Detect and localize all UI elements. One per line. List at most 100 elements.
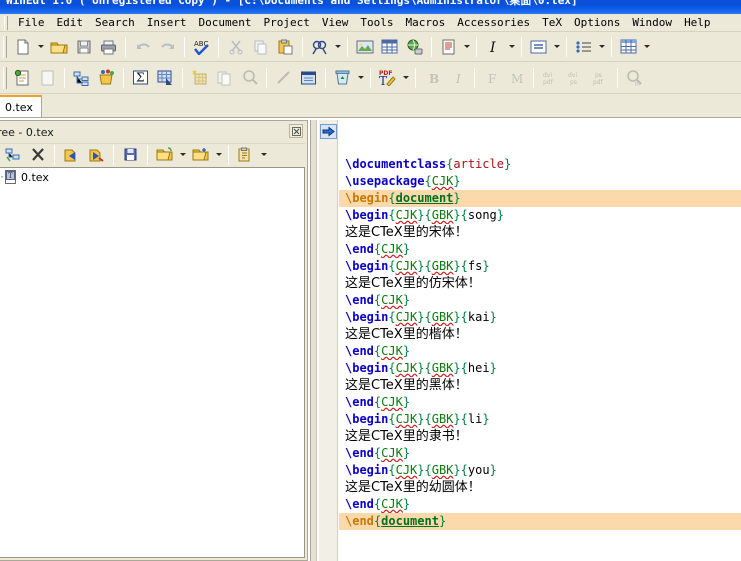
editor-line[interactable]: \begin{CJK}{GBK}{you}	[339, 462, 741, 479]
prev-doc-icon[interactable]	[60, 144, 83, 166]
insert-table-icon[interactable]	[378, 36, 401, 58]
table-grid-dropdown[interactable]	[641, 36, 652, 58]
clipboard-icon[interactable]	[234, 144, 257, 166]
insert-web-icon[interactable]	[403, 36, 426, 58]
dvi-pdf-icon: dvi pdf	[539, 67, 562, 89]
editor-token: {	[388, 412, 396, 426]
editor-line[interactable]: \begin{CJK}{GBK}{song}	[339, 207, 741, 224]
next-doc-icon[interactable]	[85, 144, 108, 166]
menu-item-accessories[interactable]: Accessories	[451, 15, 536, 30]
recycle-dropdown[interactable]	[355, 67, 366, 89]
package-icon[interactable]	[95, 67, 118, 89]
tree-view[interactable]: ···T0.tex	[0, 167, 305, 558]
save-all-icon[interactable]	[119, 144, 142, 166]
tree-structure-icon[interactable]	[70, 67, 93, 89]
open-folder-icon[interactable]	[153, 144, 176, 166]
editor-line[interactable]: \end{document}	[339, 513, 741, 530]
recycle-icon[interactable]	[331, 67, 354, 89]
print-icon[interactable]	[97, 36, 120, 58]
tree-item[interactable]: ···T0.tex	[0, 168, 304, 186]
italic-math-icon[interactable]: I	[482, 36, 505, 58]
editor-token: {	[388, 208, 396, 222]
editor-line[interactable]: \begin{CJK}{GBK}{fs}	[339, 258, 741, 275]
editor-line[interactable]: \end{CJK}	[339, 445, 741, 462]
menu-item-options[interactable]: Options	[568, 15, 626, 30]
menu-item-document[interactable]: Document	[193, 15, 258, 30]
menu-item-file[interactable]: File	[12, 15, 51, 30]
list-icon[interactable]	[572, 36, 595, 58]
symbol-panel-icon[interactable]	[154, 67, 177, 89]
blue-arrow-icon[interactable]	[320, 124, 337, 139]
new-document-icon[interactable]	[11, 36, 34, 58]
new-tex-file-icon[interactable]	[11, 67, 34, 89]
close-icon[interactable]	[289, 124, 303, 138]
table-grid-icon[interactable]	[617, 36, 640, 58]
pdftex-icon[interactable]: PDF T	[376, 67, 399, 89]
editor-line[interactable]: 这是CTeX里的隶书！	[339, 428, 741, 445]
new-folder-dropdown[interactable]	[213, 144, 224, 166]
delete-icon[interactable]	[26, 144, 49, 166]
find-dropdown[interactable]	[332, 36, 343, 58]
editor-line[interactable]: 这是CTeX里的黑体！	[339, 377, 741, 394]
editor-token: }	[402, 446, 411, 460]
editor-token: kai	[467, 310, 490, 324]
menu-item-macros[interactable]: Macros	[399, 15, 451, 30]
open-folder-dropdown[interactable]	[177, 144, 188, 166]
editor-margin-bar[interactable]	[319, 120, 338, 561]
editor-line[interactable]: \end{CJK}	[339, 241, 741, 258]
pdftex-dropdown[interactable]	[400, 67, 411, 89]
paragraph-icon[interactable]	[527, 36, 550, 58]
editor-line[interactable]: 这是CTeX里的幼圆体！	[339, 479, 741, 496]
editor-token: }{	[417, 361, 432, 375]
menu-item-edit[interactable]: Edit	[51, 15, 90, 30]
editor-token: }	[489, 361, 497, 375]
editor-line[interactable]: \begin{document}	[339, 190, 741, 207]
window-icon[interactable]	[297, 67, 320, 89]
paste-icon[interactable]	[274, 36, 297, 58]
editor-line[interactable]: \end{CJK}	[339, 394, 741, 411]
menu-item-help[interactable]: Help	[678, 15, 717, 30]
editor-line[interactable]: \end{CJK}	[339, 292, 741, 309]
menu-item-window[interactable]: Window	[626, 15, 678, 30]
find-icon[interactable]	[308, 36, 331, 58]
editor-line[interactable]: \begin{CJK}{GBK}{hei}	[339, 360, 741, 377]
tab-0tex[interactable]: 0.tex	[0, 95, 42, 117]
editor-line[interactable]: \end{CJK}	[339, 343, 741, 360]
editor-token: GBK	[431, 412, 454, 426]
editor-line[interactable]: \begin{CJK}{GBK}{li}	[339, 411, 741, 428]
new-document-dropdown[interactable]	[35, 36, 46, 58]
toolbar-grip-1[interactable]	[3, 35, 7, 58]
editor-line[interactable]: \begin{CJK}{GBK}{kai}	[339, 309, 741, 326]
editor-line[interactable]: \end{CJK}	[339, 496, 741, 513]
refresh-tree-icon[interactable]	[1, 144, 24, 166]
document-properties-icon[interactable]	[437, 36, 460, 58]
editor-line[interactable]: \usepackage{CJK}	[339, 173, 741, 190]
menubar-grip[interactable]	[4, 15, 8, 30]
document-properties-dropdown[interactable]	[461, 36, 472, 58]
menu-item-insert[interactable]: Insert	[141, 15, 193, 30]
menu-item-tex[interactable]: TeX	[536, 15, 568, 30]
new-folder-icon[interactable]	[189, 144, 212, 166]
editor-text-area[interactable]: \documentclass{article} \usepackage{CJK} \…	[339, 122, 741, 561]
open-folder-icon[interactable]	[47, 36, 70, 58]
list-dropdown[interactable]	[596, 36, 607, 58]
sigma-symbol-icon[interactable]: Σ	[129, 67, 152, 89]
editor-left-gutter	[311, 120, 317, 561]
insert-image-icon[interactable]	[353, 36, 376, 58]
menu-item-search[interactable]: Search	[89, 15, 141, 30]
spellcheck-icon[interactable]: ABC	[190, 36, 213, 58]
save-icon[interactable]	[72, 36, 95, 58]
editor-token: }{	[417, 208, 432, 222]
paragraph-dropdown[interactable]	[551, 36, 562, 58]
editor-line[interactable]: 这是CTeX里的楷体！	[339, 326, 741, 343]
italic-math-dropdown[interactable]	[506, 36, 517, 58]
svg-text:dvi: dvi	[568, 72, 577, 79]
editor-line[interactable]: \documentclass{article}	[339, 156, 741, 173]
clipboard-dropdown[interactable]	[258, 144, 269, 166]
editor-line[interactable]: 这是CTeX里的宋体！	[339, 224, 741, 241]
menu-item-project[interactable]: Project	[257, 15, 315, 30]
menu-item-view[interactable]: View	[316, 15, 355, 30]
toolbar-grip-2[interactable]	[3, 66, 7, 89]
editor-line[interactable]: 这是CTeX里的仿宋体！	[339, 275, 741, 292]
menu-item-tools[interactable]: Tools	[354, 15, 399, 30]
